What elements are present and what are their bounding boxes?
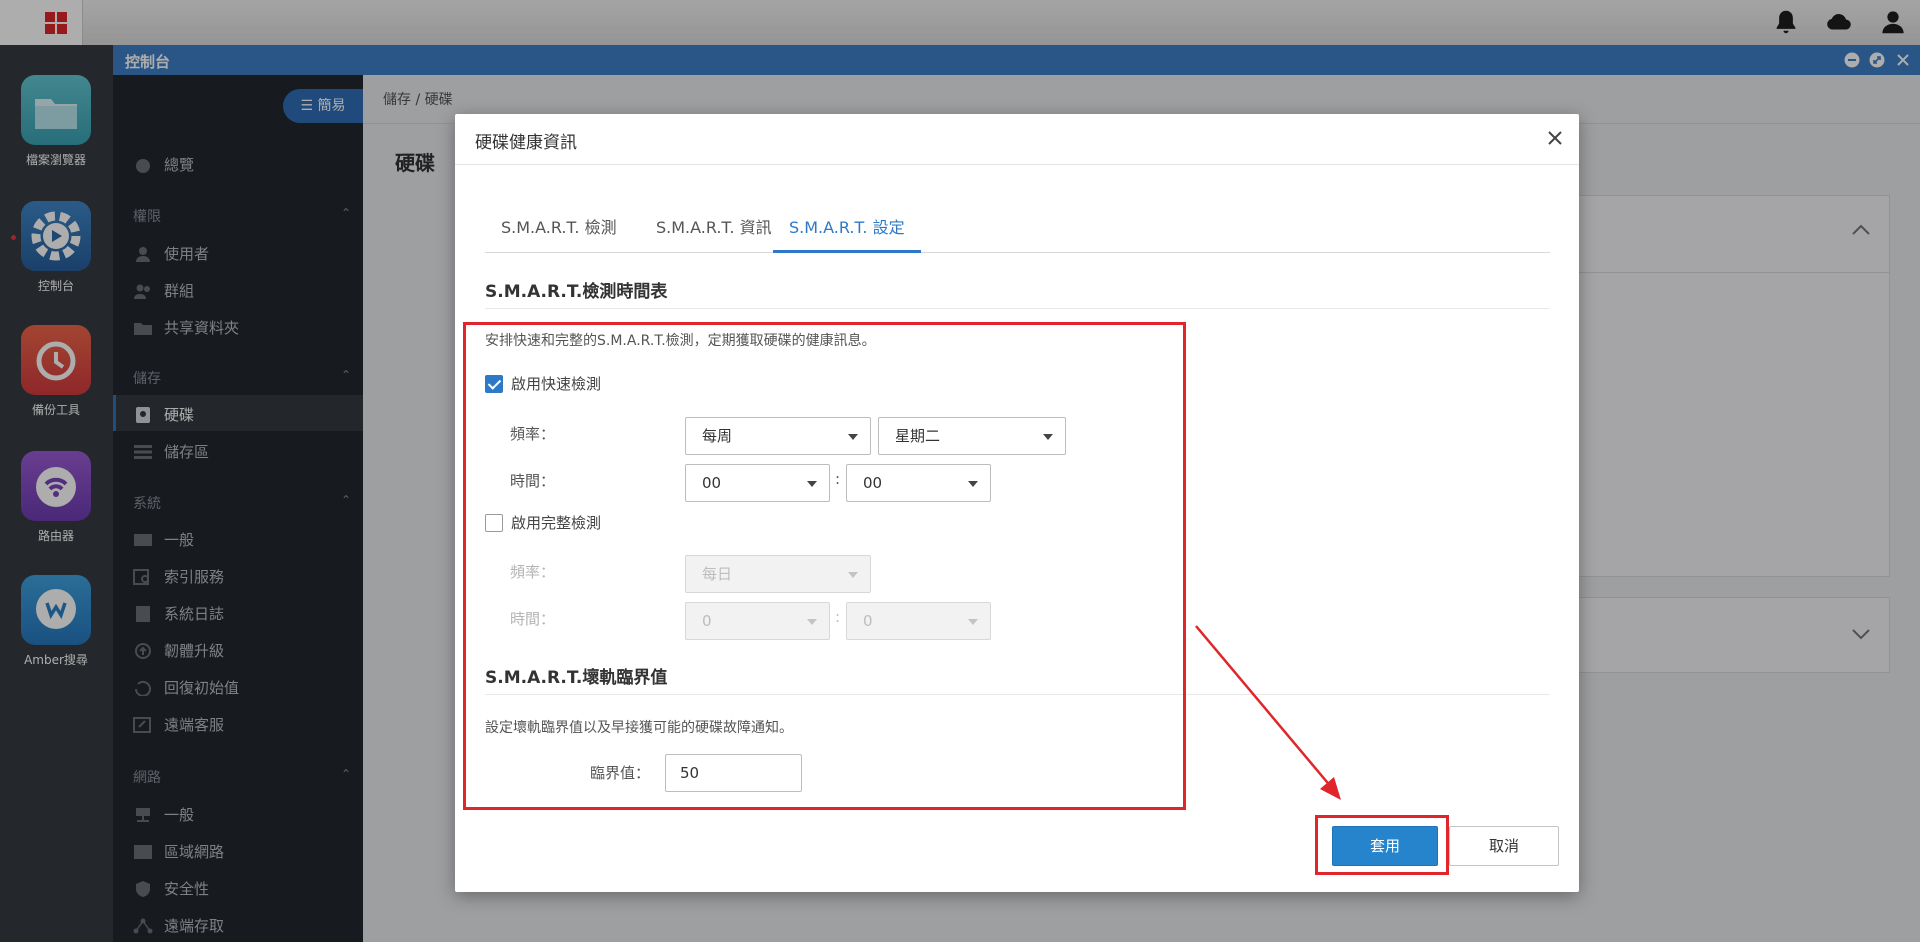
highlight-settings-box <box>463 322 1186 810</box>
schedule-section-title: S.M.A.R.T.檢測時間表 <box>485 282 668 302</box>
cancel-button[interactable]: 取消 <box>1449 826 1559 866</box>
dialog-title: 硬碟健康資訊 <box>475 133 577 153</box>
close-icon[interactable] <box>1543 126 1567 150</box>
tab-smart-settings[interactable]: S.M.A.R.T. 設定 <box>773 205 921 253</box>
dialog-header: 硬碟健康資訊 <box>455 114 1579 165</box>
dialog-tabs: S.M.A.R.T. 檢測 S.M.A.R.T. 資訊 S.M.A.R.T. 設… <box>485 205 1550 253</box>
tab-smart-info[interactable]: S.M.A.R.T. 資訊 <box>640 205 788 250</box>
section-divider <box>485 308 1550 309</box>
highlight-apply-box <box>1315 815 1449 875</box>
tab-smart-test[interactable]: S.M.A.R.T. 檢測 <box>485 205 633 250</box>
